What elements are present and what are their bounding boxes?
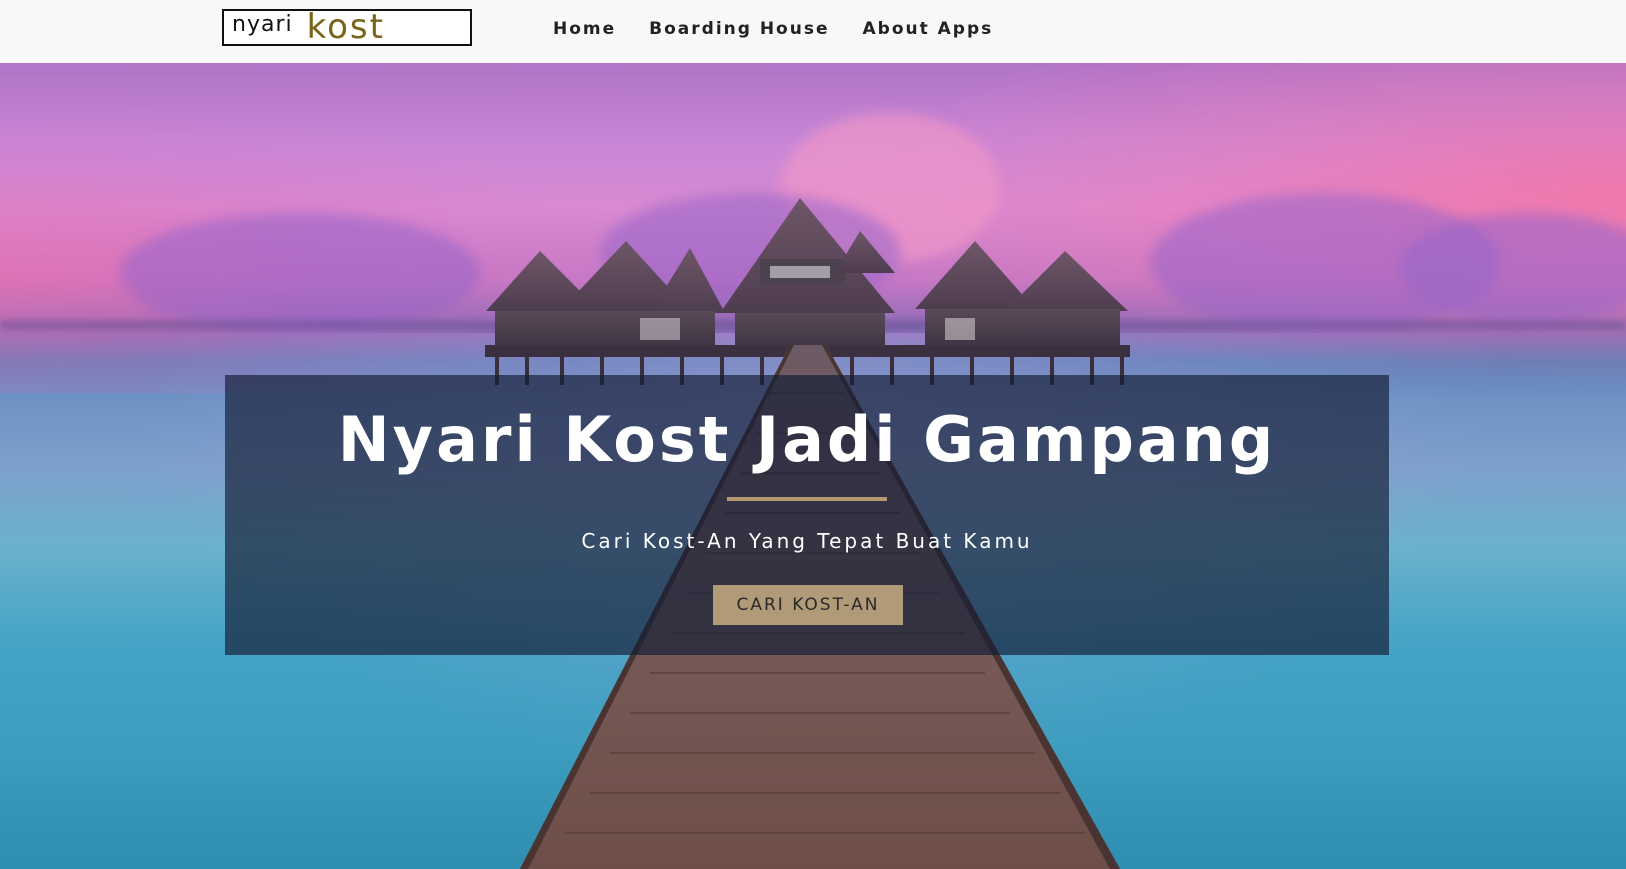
nav-menu: Home Boarding House About Apps [536,17,993,41]
nav-link-about-apps[interactable]: About Apps [863,19,994,39]
search-kost-button[interactable]: CARI KOST-AN [713,585,903,625]
navbar: nyari kost Home Boarding House About App… [0,0,1626,63]
nav-link-home[interactable]: Home [553,19,616,39]
hero-section: Nyari Kost Jadi Gampang Cari Kost-An Yan… [0,63,1626,869]
logo-word-kost: kost [306,6,385,47]
title-divider [727,497,887,501]
brand-logo[interactable]: nyari kost [222,6,472,47]
hero-overlay-panel: Nyari Kost Jadi Gampang Cari Kost-An Yan… [225,375,1389,655]
hero-title: Nyari Kost Jadi Gampang [337,403,1277,476]
nav-link-boarding-house[interactable]: Boarding House [649,19,829,39]
hero-subtitle: Cari Kost-An Yang Tepat Buat Kamu [581,529,1033,553]
logo-word-nyari: nyari [232,12,293,37]
